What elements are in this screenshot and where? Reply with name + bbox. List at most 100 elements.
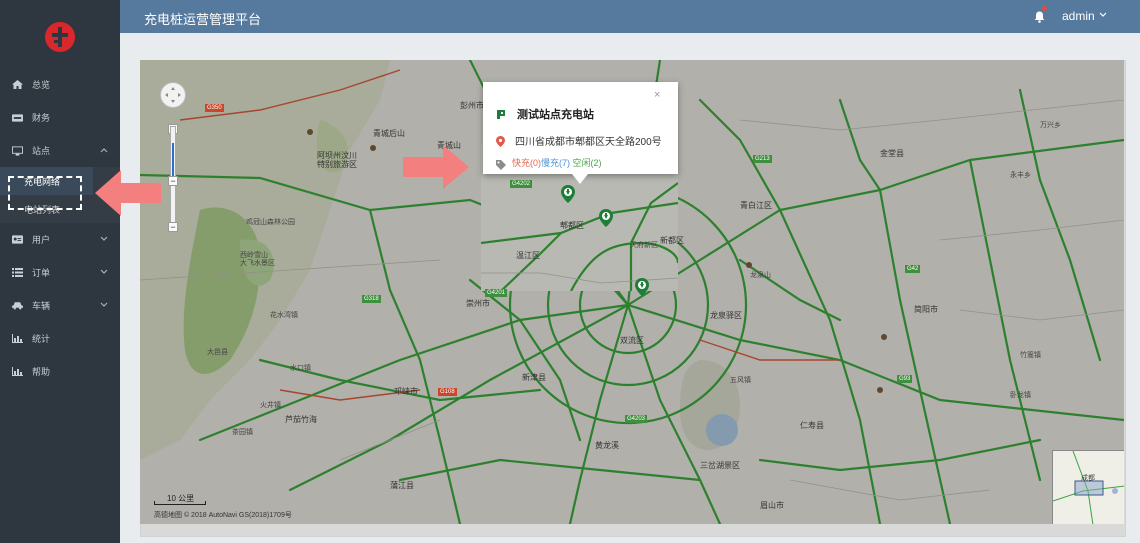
map-label: 蒲江县	[390, 481, 414, 490]
station-marker[interactable]	[599, 209, 613, 227]
sidebar-item-finance[interactable]: 财务	[0, 101, 120, 134]
sidebar-item-label: 车辆	[32, 301, 51, 311]
pan-control[interactable]	[160, 82, 186, 108]
map-label: 双流区	[620, 336, 644, 345]
sidebar-item-label: 统计	[32, 334, 51, 344]
station-name: 测试站点充电站	[517, 109, 594, 121]
sidebar-item-orders[interactable]: 订单	[0, 256, 120, 289]
map-label: 大飞水景区	[240, 260, 275, 267]
minimap-label: 成都	[1081, 475, 1095, 482]
monitor-icon	[12, 145, 23, 156]
location-pin-icon	[496, 134, 505, 152]
station-address: 四川省成都市郫都区天全路200号	[515, 137, 662, 148]
sidebar-item-users[interactable]: 用户	[0, 223, 120, 256]
app-title: 充电桩运营管理平台	[144, 12, 262, 27]
map-label: 温江区	[516, 251, 540, 260]
map-label: 万兴乡	[1040, 122, 1061, 129]
sidebar-item-label: 订单	[32, 268, 51, 278]
zoom-control: + − −	[160, 82, 186, 232]
bar-chart-icon	[12, 334, 23, 343]
map-label: 彭州市	[460, 101, 484, 110]
map-attribution: 高德地图 © 2018 AutoNavi GS(2018)1709号	[154, 512, 292, 519]
map-label: 天府新区	[630, 242, 658, 249]
map-label: 黄龙溪	[595, 441, 619, 450]
road-badge: G4202	[510, 180, 533, 188]
map-label: 花水湾镇	[270, 312, 298, 319]
sidebar: 总览 财务 站点 充电网络 电站列表 用户 订单 车辆 统计 帮助	[0, 0, 120, 543]
map-label: 简阳市	[914, 305, 938, 314]
tags-icon	[496, 157, 508, 175]
road-badge: G93	[897, 375, 913, 383]
road-badge: G4203	[625, 415, 648, 423]
station-marker[interactable]	[561, 185, 575, 203]
sidebar-item-help[interactable]: 帮助	[0, 355, 120, 388]
map-label: 邛崃市	[394, 387, 418, 396]
id-card-icon	[12, 235, 23, 244]
sidebar-item-vehicles[interactable]: 车辆	[0, 289, 120, 322]
home-icon	[12, 80, 23, 89]
top-header: 充电桩运营管理平台 admin	[120, 0, 1140, 33]
zoom-out-button[interactable]: −	[168, 222, 178, 232]
sidebar-item-label: 帮助	[32, 367, 51, 377]
chevron-up-icon	[100, 145, 108, 155]
road-badge: G350	[205, 104, 224, 112]
brand-logo[interactable]	[45, 22, 75, 52]
chevron-down-icon	[100, 234, 108, 244]
close-icon[interactable]: ×	[654, 89, 660, 101]
station-flag-icon	[496, 107, 507, 125]
map-label: 崇州市	[466, 299, 490, 308]
map-label: 芦茄竹海	[285, 415, 317, 424]
map-label: 火井镇	[260, 402, 281, 409]
road-badge: G4201	[485, 289, 508, 297]
sidebar-item-sites[interactable]: 站点	[0, 134, 120, 167]
map-label: 郫都区	[560, 221, 584, 230]
map-label: 仁寿县	[800, 421, 824, 430]
info-window-tail	[572, 174, 588, 184]
highlight-box	[8, 176, 82, 210]
user-menu[interactable]: admin	[1062, 9, 1095, 23]
notification-dot	[1042, 6, 1047, 11]
sidebar-item-label: 财务	[32, 113, 51, 123]
map-label: 竹篙镇	[1020, 352, 1041, 359]
fast-charge-count[interactable]: 快充(0)	[512, 158, 541, 168]
map-label: 龙泉山	[750, 272, 771, 279]
map-label: 茶园镇	[232, 429, 253, 436]
map-label: 三岔湖景区	[700, 461, 740, 470]
bell-icon[interactable]	[1034, 10, 1045, 28]
map-label: 鸡冠山森林公园	[246, 219, 295, 226]
road-badge: G42	[905, 265, 921, 273]
zoom-handle[interactable]: −	[168, 176, 178, 186]
road-badge: G108	[438, 388, 457, 396]
map-label: 五风镇	[730, 377, 751, 384]
chevron-down-icon	[100, 300, 108, 310]
map-label: 青城后山	[373, 129, 405, 138]
sidebar-item-statistics[interactable]: 统计	[0, 322, 120, 355]
map-label: 金堂县	[880, 149, 904, 158]
station-status: 快充(0)慢充(7) 空闲(2)	[512, 156, 602, 169]
station-marker[interactable]	[635, 278, 649, 296]
free-count[interactable]: 空闲(2)	[573, 158, 602, 168]
map-label: 龙泉驿区	[710, 311, 742, 320]
sidebar-item-label: 用户	[32, 235, 51, 245]
map-label: 特别旅游区	[317, 160, 357, 169]
station-info-window: × 测试站点充电站 四川省成都市郫都区天全路200号 快充(0)慢充(7) 空闲…	[483, 82, 678, 174]
overview-minimap[interactable]: 成都	[1052, 450, 1124, 524]
slow-charge-count[interactable]: 慢充(7)	[541, 158, 570, 168]
sidebar-item-label: 总览	[32, 80, 51, 90]
map-label: 大邑县	[207, 349, 228, 356]
map-label: 新都区	[660, 236, 684, 245]
map-label: 眉山市	[760, 501, 784, 510]
map-scale-bar	[154, 501, 206, 505]
map-label: 永丰乡	[1010, 172, 1031, 179]
list-icon	[12, 268, 23, 277]
bar-chart-icon	[12, 367, 23, 376]
sidebar-item-label: 站点	[32, 146, 51, 156]
map-label: 水口镇	[290, 365, 311, 372]
map-label: 新津县	[522, 373, 546, 382]
chevron-down-icon	[100, 267, 108, 277]
chevron-down-icon	[1099, 10, 1107, 20]
road-badge: G213	[753, 155, 772, 163]
annotation-arrow-right	[403, 145, 469, 189]
sidebar-item-overview[interactable]: 总览	[0, 68, 120, 101]
map-label: 青白江区	[740, 201, 772, 210]
